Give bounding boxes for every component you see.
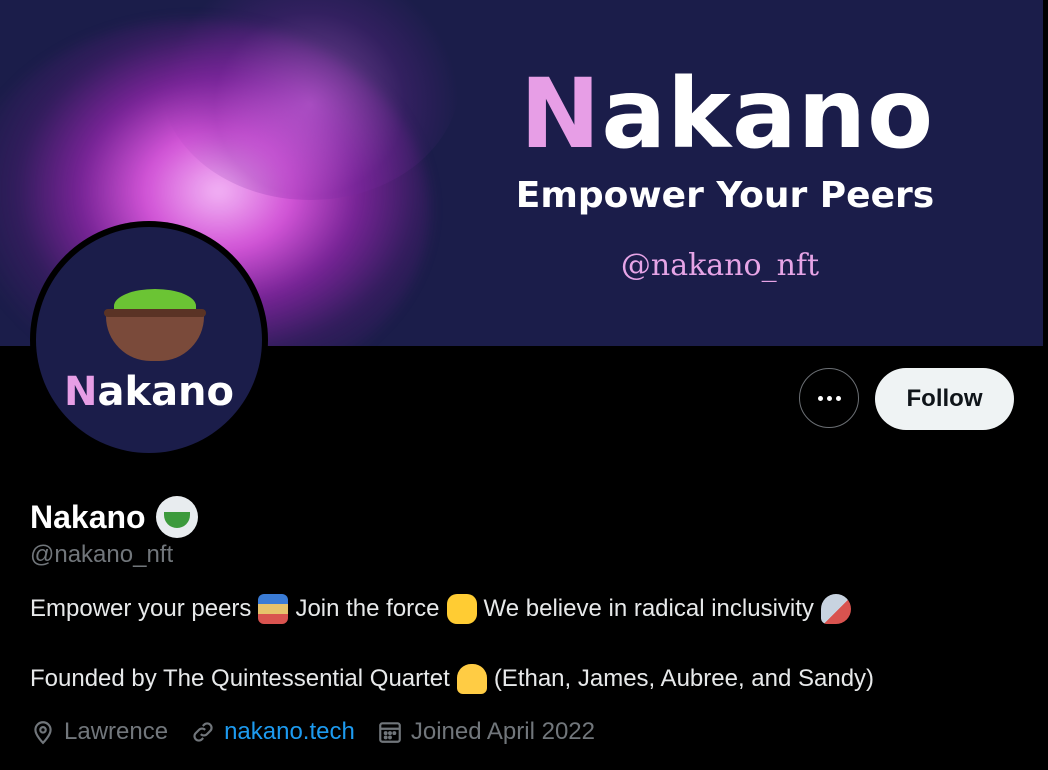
- raised-fist-emoji-icon: [446, 594, 477, 624]
- profile-avatar[interactable]: Nakano: [30, 221, 268, 459]
- bio-text: We believe in radical inclusivity: [483, 595, 814, 622]
- location-item: Lawrence: [30, 718, 168, 746]
- bio-line-1: Empower your peers Join the force We bel…: [30, 594, 858, 624]
- location-text: Lawrence: [64, 718, 169, 745]
- rocket-emoji-icon: [820, 594, 851, 624]
- profile-handle: @nakano_nft: [30, 541, 174, 568]
- bio-text: Founded by The Quintessential Quartet: [30, 665, 450, 692]
- avatar-text-rest: akano: [97, 369, 235, 415]
- profile-meta: Lawrence nakano.tech Joined April 2022: [30, 718, 617, 746]
- avatar-text-initial: N: [63, 369, 98, 415]
- joined-text: Joined April 2022: [410, 718, 595, 745]
- banner-title-initial: N: [520, 58, 602, 170]
- more-options-button[interactable]: [799, 368, 859, 428]
- joined-item: Joined April 2022: [377, 718, 595, 746]
- link-icon: [193, 722, 213, 742]
- website-item: nakano.tech: [190, 718, 355, 746]
- calendar-icon: [379, 722, 401, 743]
- location-pin-icon: [34, 721, 52, 745]
- bio-text: Join the force: [295, 595, 440, 622]
- banner-title-rest: akano: [601, 58, 935, 170]
- bowl-rim: [104, 309, 206, 317]
- more-dots-icon: [826, 395, 832, 401]
- website-link[interactable]: nakano.tech: [224, 718, 355, 746]
- matcha-emoji-icon: [155, 496, 198, 538]
- profile-name-row: Nakano: [30, 496, 198, 538]
- banner-handle: @nakano_nft: [620, 248, 820, 283]
- bio-text: Empower your peers: [30, 595, 252, 622]
- more-dots-icon: [817, 395, 823, 401]
- avatar-text: Nakano: [36, 369, 262, 415]
- more-dots-icon: [835, 395, 841, 401]
- books-emoji-icon: [258, 594, 289, 624]
- bio-line-2: Founded by The Quintessential Quartet (E…: [30, 664, 874, 694]
- banner-subtitle: Empower Your Peers: [515, 175, 935, 216]
- banner-title: Nakano: [520, 58, 933, 170]
- avatar-image: Nakano: [36, 227, 262, 453]
- follow-button[interactable]: Follow: [875, 368, 1014, 430]
- bio-text: (Ethan, James, Aubree, and Sandy): [493, 665, 875, 692]
- profile-name: Nakano: [30, 498, 146, 535]
- people-emoji-icon: [456, 664, 487, 694]
- bowl-icon: [106, 311, 204, 361]
